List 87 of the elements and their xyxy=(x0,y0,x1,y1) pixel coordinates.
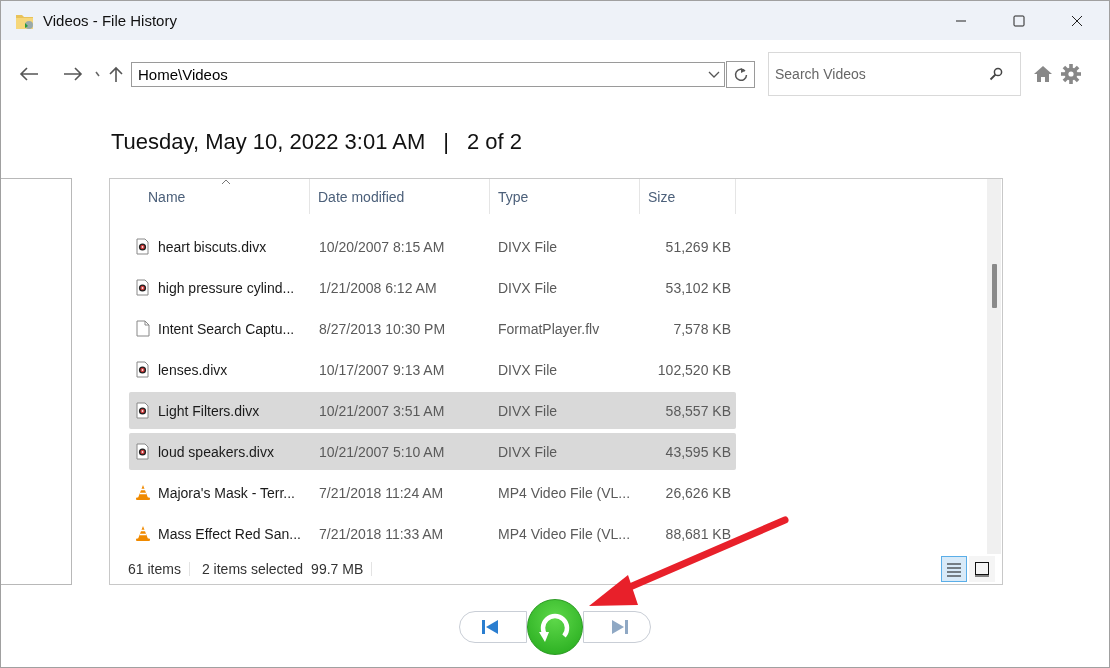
dropdown-chevron-icon[interactable] xyxy=(708,70,720,79)
selection-size: 99.7 MB xyxy=(311,561,365,577)
type-cell-text: FormatPlayer.flv xyxy=(497,320,601,337)
video-file-icon xyxy=(135,279,151,296)
skip-back-icon xyxy=(481,619,499,635)
type-cell-text: DIVX File xyxy=(497,279,559,296)
list-lines-icon xyxy=(945,560,963,578)
scrollbar[interactable] xyxy=(987,179,1001,554)
size-cell-text: 53,102 KB xyxy=(664,279,732,296)
forward-arrow-icon xyxy=(63,66,83,82)
snapshot-date: Tuesday, May 10, 2022 3:01 AM xyxy=(111,129,426,155)
skip-forward-icon xyxy=(611,619,629,635)
date-cell-text: 10/20/2007 8:15 AM xyxy=(318,238,446,255)
size-cell-text: 88,681 KB xyxy=(664,525,732,542)
size-cell-text: 58,557 KB xyxy=(664,402,732,419)
settings-button[interactable] xyxy=(1061,64,1081,84)
selection-count: 2 items selected xyxy=(201,561,305,577)
file-name: heart biscuts.divx xyxy=(158,238,267,255)
file-row[interactable]: heart biscuts.divx 10/20/2007 8:15 AM DIVX File 51,269 KB xyxy=(129,228,736,265)
window-title: Videos - File History xyxy=(43,12,177,29)
date-cell-text: 10/21/2007 3:51 AM xyxy=(318,402,446,419)
type-cell-text: MP4 Video File (VL... xyxy=(497,525,632,542)
up-button[interactable] xyxy=(109,66,123,82)
forward-button[interactable] xyxy=(63,66,83,82)
up-arrow-icon xyxy=(109,66,123,82)
file-name: loud speakers.divx xyxy=(158,443,274,460)
home-icon xyxy=(1033,65,1053,83)
date-cell-text: 8/27/2013 10:30 PM xyxy=(318,320,447,337)
large-icons-view-button[interactable] xyxy=(969,556,995,582)
file-name: high pressure cylind... xyxy=(158,279,295,296)
type-cell-text: DIVX File xyxy=(497,443,559,460)
close-icon xyxy=(1071,14,1083,27)
type-cell-text: DIVX File xyxy=(497,238,559,255)
previous-version-button[interactable] xyxy=(459,611,527,643)
home-button[interactable] xyxy=(1033,65,1053,83)
file-name: Intent Search Captu... xyxy=(158,320,295,337)
type-cell-text: DIVX File xyxy=(497,361,559,378)
traffic-cone-icon xyxy=(135,484,151,501)
size-cell-text: 51,269 KB xyxy=(664,238,732,255)
video-file-icon xyxy=(135,443,151,460)
file-row[interactable]: high pressure cylind... 1/21/2008 6:12 AM DIVX File 53,102 KB xyxy=(129,269,736,306)
separator: | xyxy=(443,129,449,155)
settings-icon xyxy=(1061,64,1081,84)
date-cell-text: 10/21/2007 5:10 AM xyxy=(318,443,446,460)
size-cell-text: 43,595 KB xyxy=(664,443,732,460)
maximize-icon xyxy=(1013,14,1025,27)
size-cell-text: 26,626 KB xyxy=(664,484,732,501)
file-name: Mass Effect Red San... xyxy=(158,525,301,542)
file-row[interactable]: Mass Effect Red San... 7/21/2018 11:33 AM MP4 Video File (VL... 88,681 KB xyxy=(129,515,736,552)
column-header[interactable]: Size xyxy=(640,179,736,214)
file-name: Majora's Mask - Terr... xyxy=(158,484,295,501)
file-name: lenses.divx xyxy=(158,361,228,378)
type-cell-text: DIVX File xyxy=(497,402,559,419)
date-cell-text: 7/21/2018 11:33 AM xyxy=(318,525,445,542)
document-icon xyxy=(135,320,151,337)
file-row[interactable]: loud speakers.divx 10/21/2007 5:10 AM DIVX File 43,595 KB xyxy=(129,433,736,470)
column-header[interactable]: Name xyxy=(129,179,310,214)
back-button[interactable] xyxy=(19,66,39,82)
file-row[interactable]: Intent Search Captu... 8/27/2013 10:30 PM FormatPlayer.flv 7,578 KB xyxy=(129,310,736,347)
traffic-cone-icon xyxy=(135,525,151,542)
size-cell-text: 7,578 KB xyxy=(672,320,732,337)
type-cell-text: MP4 Video File (VL... xyxy=(497,484,632,501)
back-arrow-icon xyxy=(19,66,39,82)
size-cell-text: 102,520 KB xyxy=(656,361,732,378)
square-icon xyxy=(973,560,991,578)
item-count: 61 items xyxy=(128,561,182,577)
search-icon[interactable] xyxy=(989,67,1003,81)
date-cell-text: 7/21/2018 11:24 AM xyxy=(318,484,445,501)
scrollbar-thumb[interactable] xyxy=(992,264,997,308)
file-row[interactable]: Light Filters.divx 10/21/2007 3:51 AM DIVX File 58,557 KB xyxy=(129,392,736,429)
search-field[interactable]: Search Videos xyxy=(768,52,1021,96)
snapshot-position: 2 of 2 xyxy=(467,129,523,155)
column-header[interactable]: Date modified xyxy=(310,179,490,214)
file-row[interactable]: lenses.divx 10/17/2007 9:13 AM DIVX File 102,520 KB xyxy=(129,351,736,388)
date-cell-text: 10/17/2007 9:13 AM xyxy=(318,361,446,378)
file-row[interactable]: Majora's Mask - Terr... 7/21/2018 11:24 AM MP4 Video File (VL... 26,626 KB xyxy=(129,474,736,511)
column-header[interactable]: Type xyxy=(490,179,640,214)
restore-button[interactable] xyxy=(527,599,583,655)
sort-caret-icon xyxy=(221,179,231,185)
video-file-icon xyxy=(135,361,151,378)
date-cell-text: 1/21/2008 6:12 AM xyxy=(318,279,438,296)
video-file-icon xyxy=(135,238,151,255)
refresh-icon xyxy=(733,66,748,82)
address-field[interactable]: Home\Videos xyxy=(131,61,725,87)
video-file-icon xyxy=(135,402,151,419)
refresh-button[interactable] xyxy=(726,60,755,88)
file-name: Light Filters.divx xyxy=(158,402,260,419)
